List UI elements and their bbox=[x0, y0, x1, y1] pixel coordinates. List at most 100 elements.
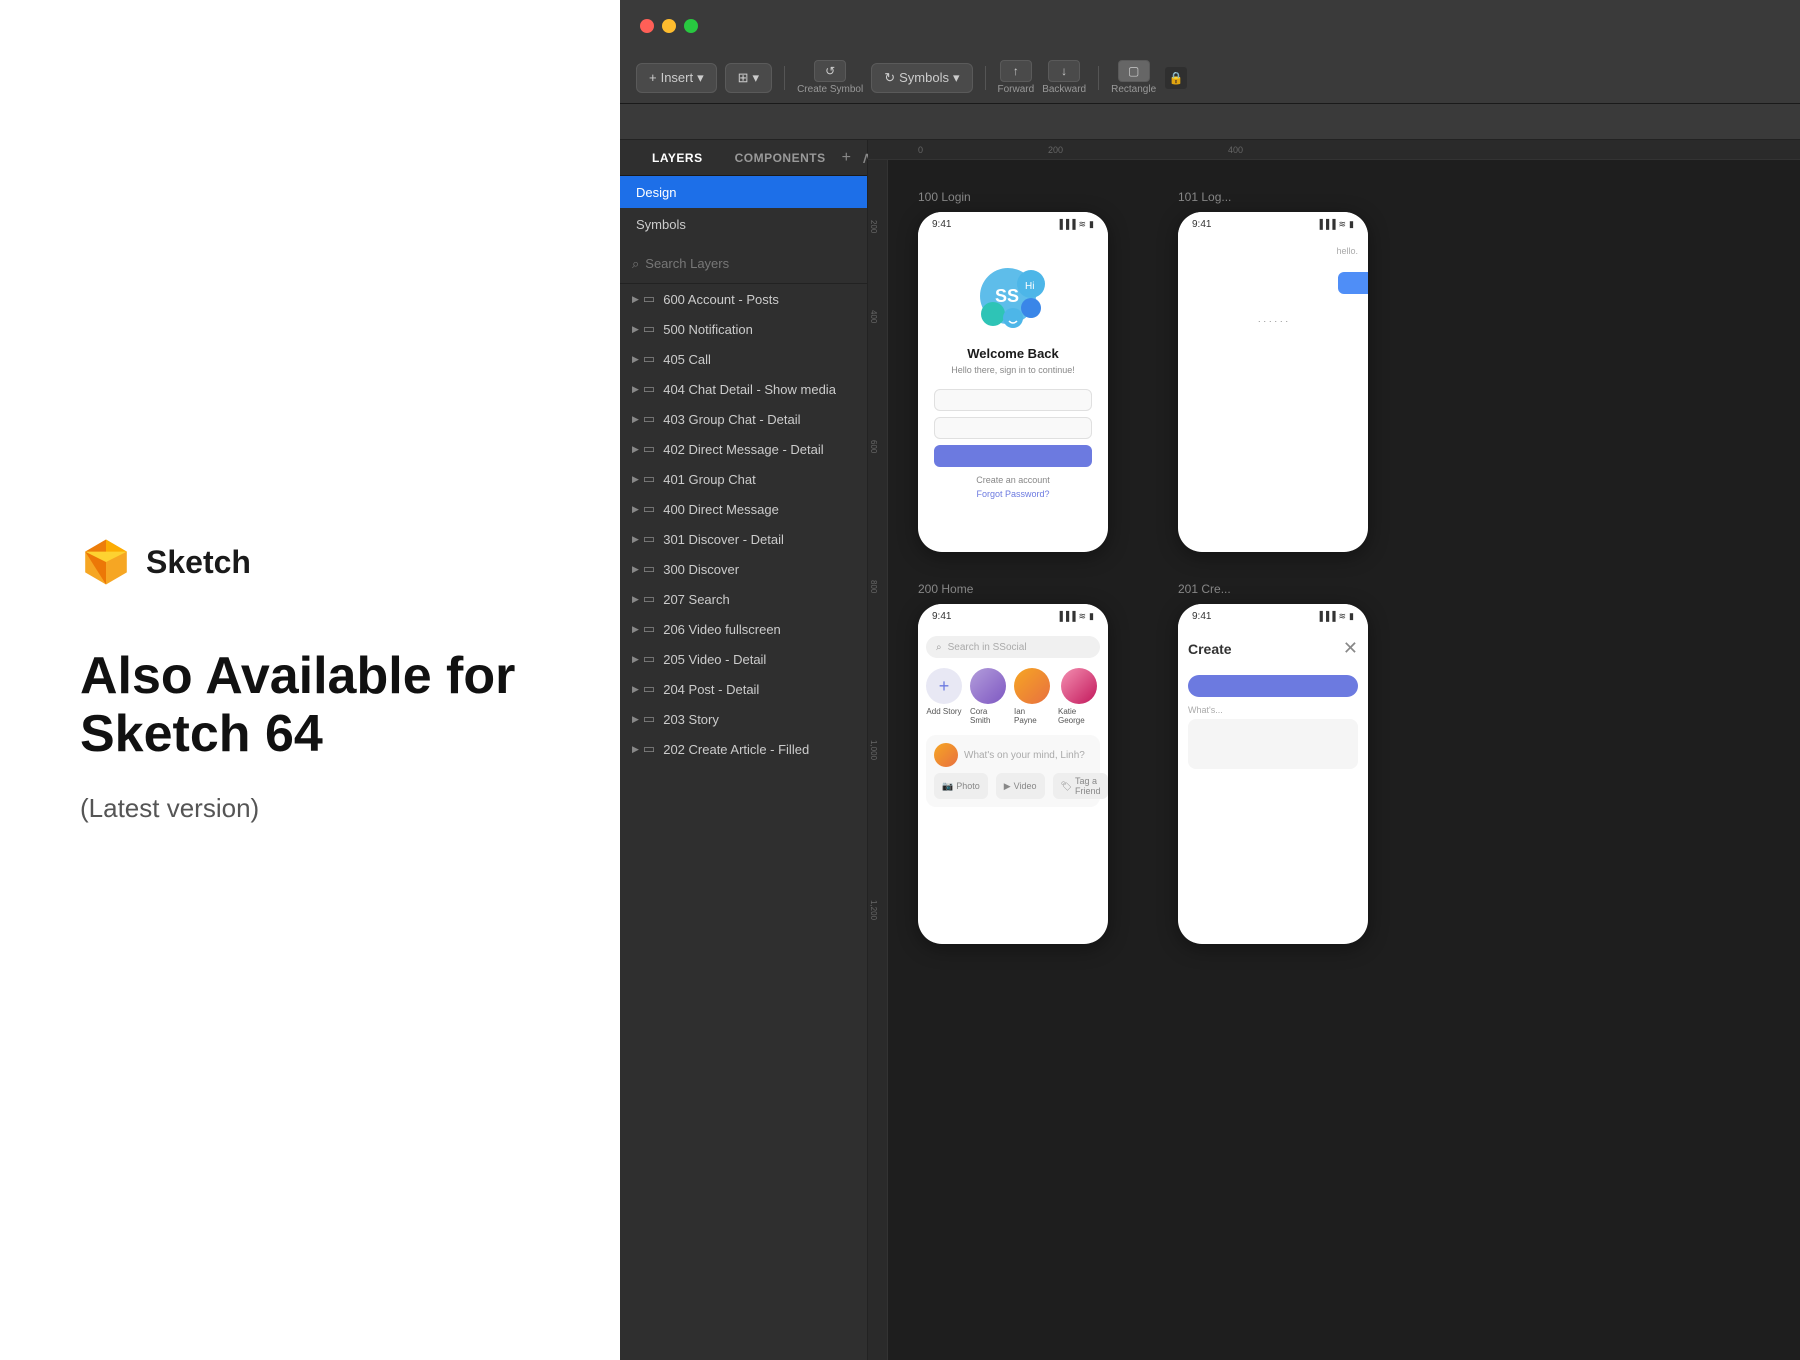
post-tag-btn: 🏷 Tag a Friend bbox=[1053, 773, 1108, 799]
layer-item-301[interactable]: ▶ ▭ 301 Discover - Detail bbox=[620, 524, 867, 554]
layer-icon-402: ▶ ▭ bbox=[632, 441, 655, 457]
layer-item-405[interactable]: ▶ ▭ 405 Call bbox=[620, 344, 867, 374]
chevron-down-icon-2: ▾ bbox=[953, 70, 960, 86]
ssocial-logo-icon: SS Hi bbox=[973, 256, 1053, 336]
home-search-icon: ⌕ bbox=[936, 642, 942, 653]
chevron-down-icon: ▾ bbox=[697, 70, 704, 86]
search-bar: ⌕ Search Layers bbox=[620, 244, 867, 284]
tag-label: Tag a Friend bbox=[1075, 776, 1101, 796]
login-email-input bbox=[934, 389, 1092, 411]
phone-frame-200: 9:41 ▐▐▐ ≋ ▮ ⌕ bbox=[918, 604, 1108, 944]
phone-frame-201: 9:41 ▐▐▐ ≋ ▮ Create ✕ bbox=[1178, 604, 1368, 944]
status-bar-200: 9:41 ▐▐▐ ≋ ▮ bbox=[918, 604, 1108, 628]
toolbar-separator-1 bbox=[784, 66, 785, 90]
layer-item-400[interactable]: ▶ ▭ 400 Direct Message bbox=[620, 494, 867, 524]
post-photo-btn: 📷 Photo bbox=[934, 773, 988, 799]
layer-item-207[interactable]: ▶ ▭ 207 Search bbox=[620, 584, 867, 614]
expand-arrow-icon: ▶ bbox=[632, 654, 639, 665]
artboard-icon: ▭ bbox=[643, 381, 655, 397]
layer-name-300: 300 Discover bbox=[663, 562, 739, 577]
layer-icon-206: ▶ ▭ bbox=[632, 621, 655, 637]
login-dots: · · · · · · bbox=[1258, 316, 1289, 326]
artboard-icon: ▭ bbox=[643, 471, 655, 487]
ruler-left: 200 400 600 800 1,000 1,200 bbox=[868, 160, 888, 1360]
svg-text:SS: SS bbox=[995, 286, 1019, 306]
status-icons-100: ▐▐▐ ≋ ▮ bbox=[1056, 219, 1094, 230]
layer-name-500: 500 Notification bbox=[663, 322, 753, 337]
nav-item-symbols[interactable]: Symbols bbox=[620, 208, 867, 240]
layer-item-205[interactable]: ▶ ▭ 205 Video - Detail bbox=[620, 644, 867, 674]
layer-icon-404: ▶ ▭ bbox=[632, 381, 655, 397]
create-text-area bbox=[1188, 719, 1358, 769]
layer-name-207: 207 Search bbox=[663, 592, 730, 607]
sketch-logo-text: Sketch bbox=[146, 544, 251, 581]
layer-item-404[interactable]: ▶ ▭ 404 Chat Detail - Show media bbox=[620, 374, 867, 404]
sketch-logo-icon bbox=[80, 536, 132, 588]
maximize-button[interactable] bbox=[684, 19, 698, 33]
expand-arrow-icon: ▶ bbox=[632, 474, 639, 485]
layer-icon-400: ▶ ▭ bbox=[632, 501, 655, 517]
create-header: Create ✕ bbox=[1188, 638, 1358, 659]
canvas-content: 100 Login 9:41 ▐▐▐ ≋ ▮ bbox=[888, 160, 1800, 1360]
layer-item-600[interactable]: ▶ ▭ 600 Account - Posts bbox=[620, 284, 867, 314]
search-icon: ⌕ bbox=[632, 256, 639, 272]
layer-icon-401: ▶ ▭ bbox=[632, 471, 655, 487]
main-heading: Also Available for Sketch 64 bbox=[80, 648, 540, 762]
nav-item-symbols-label: Symbols bbox=[636, 217, 686, 232]
login-sub-text: Hello there, sign in to continue! bbox=[951, 365, 1075, 375]
create-title: Create bbox=[1188, 641, 1232, 657]
story-katie-avatar bbox=[1061, 668, 1097, 704]
wifi-icon: ≋ bbox=[1079, 219, 1087, 230]
signal-icon: ▐▐▐ bbox=[1056, 611, 1075, 621]
artboard-icon: ▭ bbox=[643, 651, 655, 667]
login-password-input bbox=[934, 417, 1092, 439]
ruler-mark-400: 400 bbox=[1228, 145, 1243, 155]
layer-icon-203: ▶ ▭ bbox=[632, 711, 655, 727]
battery-icon: ▮ bbox=[1089, 611, 1094, 622]
add-layer-icon[interactable]: + bbox=[842, 149, 851, 167]
layer-item-204[interactable]: ▶ ▭ 204 Post - Detail bbox=[620, 674, 867, 704]
artboard-icon: ▭ bbox=[643, 591, 655, 607]
layer-item-402[interactable]: ▶ ▭ 402 Direct Message - Detail bbox=[620, 434, 867, 464]
expand-arrow-icon: ▶ bbox=[632, 564, 639, 575]
layer-item-206[interactable]: ▶ ▭ 206 Video fullscreen bbox=[620, 614, 867, 644]
status-time-101: 9:41 bbox=[1192, 219, 1211, 230]
layer-item-500[interactable]: ▶ ▭ 500 Notification bbox=[620, 314, 867, 344]
forward-label: Forward bbox=[998, 84, 1035, 95]
login-screen-100: SS Hi bbox=[918, 236, 1108, 519]
layer-item-403[interactable]: ▶ ▭ 403 Group Chat - Detail bbox=[620, 404, 867, 434]
layer-icon-204: ▶ ▭ bbox=[632, 681, 655, 697]
toolbar-separator-3 bbox=[1098, 66, 1099, 90]
data-button[interactable]: ⊞ ▾ bbox=[725, 63, 772, 93]
battery-icon: ▮ bbox=[1349, 219, 1354, 230]
artboard-icon: ▭ bbox=[643, 741, 655, 757]
layer-item-202[interactable]: ▶ ▭ 202 Create Article - Filled bbox=[620, 734, 867, 764]
sub-heading: (Latest version) bbox=[80, 793, 540, 824]
expand-arrow-icon: ▶ bbox=[632, 594, 639, 605]
symbols-button[interactable]: ↻ Symbols ▾ bbox=[871, 63, 972, 93]
insert-button[interactable]: + Insert ▾ bbox=[636, 63, 717, 93]
status-bar-201: 9:41 ▐▐▐ ≋ ▮ bbox=[1178, 604, 1368, 628]
nav-items: Design Symbols bbox=[620, 176, 867, 240]
layer-icon-600: ▶ ▭ bbox=[632, 291, 655, 307]
main-content: LAYERS COMPONENTS + ∧ Design Symbols ⌕ bbox=[620, 140, 1800, 1360]
layer-item-300[interactable]: ▶ ▭ 300 Discover bbox=[620, 554, 867, 584]
tab-components[interactable]: COMPONENTS bbox=[719, 140, 842, 175]
layer-name-600: 600 Account - Posts bbox=[663, 292, 779, 307]
wifi-icon: ≋ bbox=[1339, 219, 1347, 230]
create-symbol-label: Create Symbol bbox=[797, 84, 863, 95]
layer-item-203[interactable]: ▶ ▭ 203 Story bbox=[620, 704, 867, 734]
nav-item-design[interactable]: Design bbox=[620, 176, 867, 208]
frame-label-200: 200 Home bbox=[918, 582, 1138, 596]
tab-layers[interactable]: LAYERS bbox=[636, 140, 719, 175]
minimize-button[interactable] bbox=[662, 19, 676, 33]
title-bar bbox=[620, 0, 1800, 52]
layer-name-203: 203 Story bbox=[663, 712, 719, 727]
login-blue-btn bbox=[1338, 272, 1368, 294]
layer-name-206: 206 Video fullscreen bbox=[663, 622, 781, 637]
layer-item-401[interactable]: ▶ ▭ 401 Group Chat bbox=[620, 464, 867, 494]
layer-icon-403: ▶ ▭ bbox=[632, 411, 655, 427]
artboard-icon: ▭ bbox=[643, 441, 655, 457]
close-button[interactable] bbox=[640, 19, 654, 33]
search-input[interactable]: Search Layers bbox=[645, 256, 729, 271]
